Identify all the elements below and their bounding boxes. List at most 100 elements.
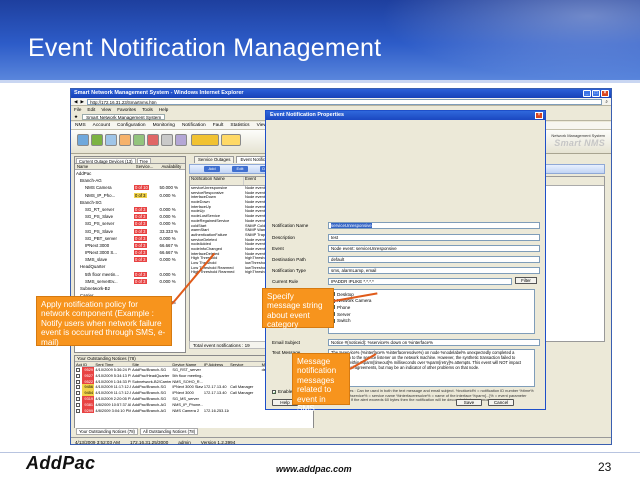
menu-favorites[interactable]: Favorites <box>117 107 136 112</box>
minimize-icon[interactable]: _ <box>583 90 591 97</box>
page-tab[interactable]: Smart Network Management System <box>82 113 166 120</box>
label-subject: Email Subject <box>272 339 301 345</box>
user-icon[interactable] <box>161 134 173 146</box>
app-menu-monitoring[interactable]: Monitoring <box>153 123 175 128</box>
app-menu-fault[interactable]: Fault <box>213 123 224 128</box>
tree-row[interactable]: Subnetwork-B2 <box>75 285 185 292</box>
page-number: 23 <box>598 460 612 474</box>
tree-node-name: IPNext 3000 S... <box>85 250 117 256</box>
destination-select[interactable]: default <box>328 255 540 263</box>
email-subject-input[interactable]: Notice #(noticeid): %service% down on %i… <box>328 338 540 346</box>
tree-row[interactable]: SG_RT_server 0 of 3 0.000 % <box>75 206 185 213</box>
node-icon[interactable] <box>91 134 103 146</box>
menu-view[interactable]: View <box>101 107 111 112</box>
header-glow <box>380 0 640 80</box>
alarm-icon[interactable] <box>147 134 159 146</box>
tree-row[interactable]: IPNext 3000 0 of 3 66.667 % <box>75 242 185 249</box>
category-item[interactable]: ✓Network Camera <box>331 298 532 305</box>
save-button[interactable]: Save <box>456 399 482 406</box>
app-menu-notification[interactable]: Notification <box>182 123 206 128</box>
maximize-icon[interactable]: □ <box>592 90 600 97</box>
current-rule-input[interactable]: IPADDR IPLIKE *.*.*.* <box>328 277 512 285</box>
tree-row[interactable]: NMS Camera 0 of 10 50.000 % <box>75 184 185 191</box>
tab-service-outages[interactable]: Service Outages <box>194 156 235 163</box>
text-message-area[interactable]: The %service% (%interface% %interfaceres… <box>328 349 535 387</box>
col-device[interactable]: Device Name <box>171 362 203 366</box>
menu-tools[interactable]: Tools <box>142 107 153 112</box>
tab-current-outage[interactable]: Current Outage Devices (13) <box>76 158 136 164</box>
event-select[interactable]: Node event: serviceUnresponsive <box>328 244 540 252</box>
col-ip[interactable]: IP Address <box>203 362 229 366</box>
col-sent-time[interactable]: Sent Time <box>94 362 131 366</box>
tree-row[interactable]: SG_PS_Slave 0 of 3 0.000 % <box>75 213 185 220</box>
tree-row[interactable]: SMS_slave 0 of 3 0.000 % <box>75 256 185 263</box>
back-icon[interactable]: ◀ <box>74 99 78 105</box>
tree-node-service: 0 of 3 <box>134 271 159 278</box>
tree-row[interactable]: NMS_IP_Pho... 0 of 3 0.000 % <box>75 192 185 199</box>
notification-name-input[interactable]: serviceUnresponsive <box>328 221 540 229</box>
menu-edit[interactable]: Edit <box>87 107 95 112</box>
col-availability[interactable]: Availability <box>159 164 185 169</box>
close-icon[interactable]: × <box>601 90 609 97</box>
tree-node-service: 0 of 3 <box>134 256 159 263</box>
sms-icon[interactable] <box>191 134 219 146</box>
description-input[interactable]: test <box>328 233 540 241</box>
col-service[interactable]: Service... <box>134 164 160 169</box>
ack-checkbox[interactable] <box>75 408 82 414</box>
tab-tree[interactable]: Tree <box>136 158 151 164</box>
dialog-close-icon[interactable]: × <box>535 112 543 119</box>
tree-row[interactable]: 5th floor meetin... 0 of 3 0.000 % <box>75 271 185 278</box>
app-menu-account[interactable]: Account <box>93 123 110 128</box>
tree-node-name: SG_PBT_server <box>85 235 117 241</box>
category-item[interactable]: ✓Phone <box>331 304 532 311</box>
map-icon[interactable] <box>105 134 117 146</box>
col-site[interactable]: Site <box>131 362 171 366</box>
forward-icon[interactable]: ▶ <box>81 99 85 105</box>
cell-site: AddPac/Branch-AG <box>132 407 167 413</box>
notify-icon[interactable] <box>221 134 241 146</box>
tree-row[interactable]: SG_PS_Slave 0 of 3 33.333 % <box>75 228 185 235</box>
col-notification-name[interactable]: Notification Name <box>190 177 244 185</box>
label-rule: Current Rule <box>272 278 299 284</box>
category-item[interactable]: ✓Switch <box>331 317 532 324</box>
tree-row[interactable]: SG_PBT_server 0 of 3 0.000 % <box>75 235 185 242</box>
tree-row[interactable]: AddPac <box>75 170 185 177</box>
tab-your-notices[interactable]: Your Outstanding Notices (78) <box>76 428 138 435</box>
app-menu-statistics[interactable]: Statistics <box>230 123 249 128</box>
tree-row[interactable]: HeadQuarter <box>75 263 185 270</box>
tree-row[interactable]: SMS_serverEv... 0 of 3 0.000 % <box>75 278 185 285</box>
app-menu-nms[interactable]: NMS <box>75 123 86 128</box>
filter-button[interactable]: Filter <box>515 277 537 284</box>
event-icon[interactable] <box>119 134 131 146</box>
tree-node-service <box>134 199 160 206</box>
window-titlebar: Smart Network Management System - Window… <box>71 89 611 98</box>
enable-checkbox[interactable]: ✓ <box>272 389 276 394</box>
settings-icon[interactable] <box>175 134 187 146</box>
category-item[interactable]: ✓Server <box>331 311 532 318</box>
cell-device: NMS Camera 2 <box>172 407 200 413</box>
service-badge: 0 of 3 <box>134 278 147 284</box>
address-input[interactable]: http://172.16.31.23/Smartnms.htm <box>87 98 603 105</box>
tree-node-availability: 0.000 % <box>159 271 176 277</box>
star-icon[interactable]: ★ <box>74 114 78 120</box>
notification-type-input[interactable]: sms, alarmLamp, email <box>328 266 540 274</box>
report-icon[interactable] <box>133 134 145 146</box>
tree-node-name: HeadQuarter <box>80 264 106 270</box>
col-name[interactable]: Name <box>75 164 134 169</box>
tree-row[interactable]: Branch-AG <box>75 177 185 184</box>
tab-all-notices[interactable]: All Outstanding Notices (78) <box>139 428 199 435</box>
network-icon[interactable] <box>77 134 89 146</box>
cancel-button[interactable]: Cancel <box>488 399 514 406</box>
tree-row[interactable]: Branch-SG <box>75 199 185 206</box>
menu-file[interactable]: File <box>74 107 81 112</box>
col-service[interactable]: Service <box>229 362 261 366</box>
col-id[interactable]: ID <box>82 362 94 366</box>
edit-button[interactable]: Edit <box>232 166 248 172</box>
search-icon[interactable]: ⌕ <box>605 99 608 104</box>
add-button[interactable]: Add <box>204 166 220 172</box>
col-ack[interactable]: Ack <box>75 362 82 366</box>
tree-row[interactable]: SG_PS_server 0 of 3 0.000 % <box>75 220 185 227</box>
tree-row[interactable]: IPNext 3000 S... 0 of 3 66.667 % <box>75 249 185 256</box>
app-menu-configuration[interactable]: Configuration <box>117 123 146 128</box>
menu-help[interactable]: Help <box>159 107 168 112</box>
